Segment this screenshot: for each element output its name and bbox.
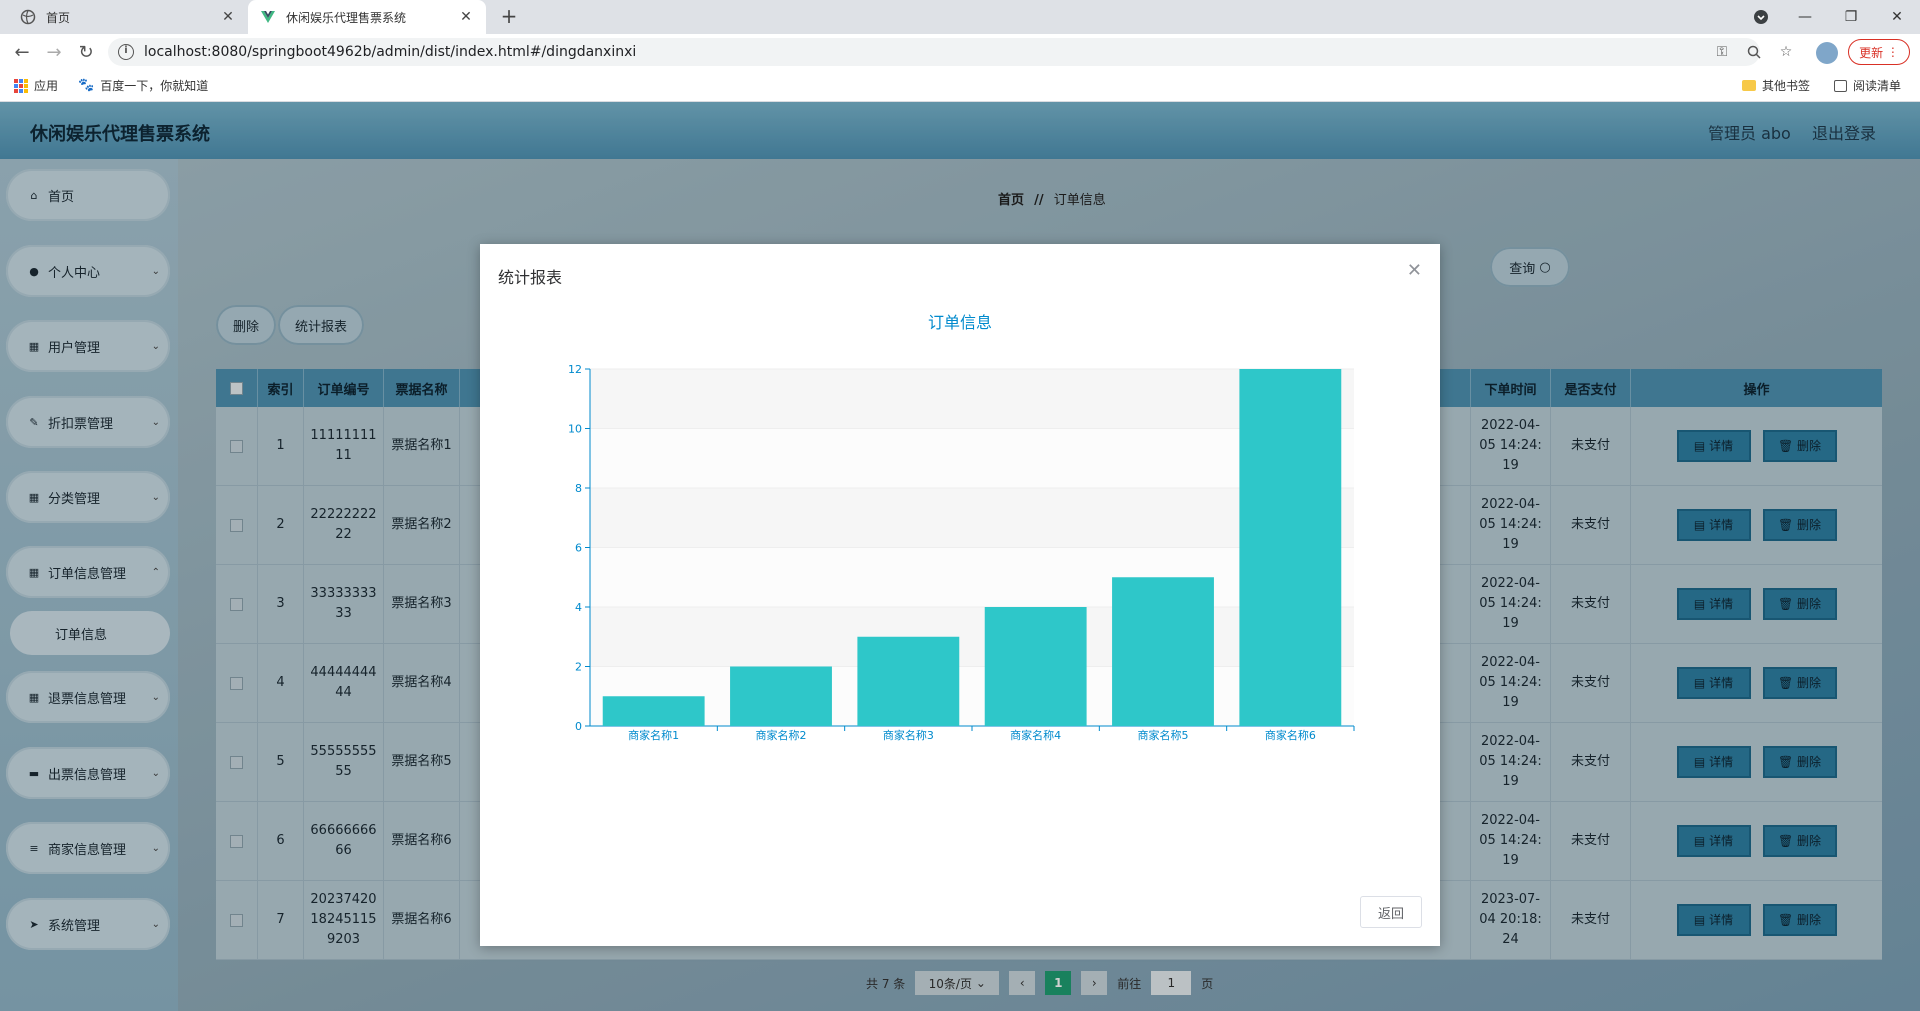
bookmark-baidu[interactable]: 🐾 百度一下，你就知道 (78, 77, 208, 94)
reload-icon[interactable]: ↻ (74, 40, 98, 64)
back-icon[interactable]: ← (10, 40, 34, 64)
close-icon[interactable]: ✕ (220, 9, 236, 25)
url-field[interactable]: i localhost:8080/springboot4962b/admin/d… (108, 38, 1760, 66)
y-tick-label: 2 (575, 661, 582, 674)
folder-icon (1742, 80, 1756, 91)
bar (602, 696, 705, 726)
browser-tab-active[interactable]: 休闲娱乐代理售票系统 ✕ (248, 0, 486, 34)
bookmark-label: 百度一下，你就知道 (100, 79, 209, 93)
x-tick-label: 商家名称4 (1010, 728, 1061, 742)
apps-icon (14, 78, 28, 93)
bookmark-label: 其他书签 (1762, 79, 1811, 93)
chart-title: 订单信息 (928, 313, 992, 332)
update-label: 更新 (1859, 45, 1884, 60)
bookmark-apps[interactable]: 应用 (14, 77, 58, 94)
zoom-icon[interactable] (1744, 42, 1764, 62)
x-tick-label: 商家名称1 (628, 728, 679, 742)
globe-icon (20, 9, 36, 25)
forward-icon[interactable]: → (42, 40, 66, 64)
star-icon[interactable]: ☆ (1776, 42, 1796, 62)
bookmarks-bar: 应用 🐾 百度一下，你就知道 其他书签 阅读清单 (0, 70, 1920, 102)
bar (730, 666, 832, 726)
info-icon[interactable]: i (118, 44, 134, 60)
bar (1112, 577, 1214, 726)
return-button[interactable]: 返回 (1360, 896, 1422, 928)
browser-tab-home[interactable]: 首页 ✕ (8, 0, 248, 34)
close-icon[interactable]: ✕ (1407, 260, 1422, 281)
bookmark-other[interactable]: 其他书签 (1742, 77, 1810, 94)
address-bar-row: ← → ↻ i localhost:8080/springboot4962b/a… (0, 34, 1920, 70)
bookmark-label: 应用 (34, 79, 59, 93)
y-tick-label: 6 (575, 542, 582, 555)
url-text: localhost:8080/springboot4962b/admin/dis… (144, 44, 637, 60)
x-tick-label: 商家名称6 (1265, 728, 1316, 742)
x-tick-label: 商家名称5 (1138, 728, 1189, 742)
bar (857, 636, 960, 726)
dialog-title: 统计报表 (498, 268, 563, 287)
x-tick-label: 商家名称3 (883, 728, 934, 742)
update-button[interactable]: 更新 ⋮ (1848, 39, 1910, 65)
vue-logo-icon (260, 9, 276, 25)
bar (984, 607, 1087, 726)
new-tab-button[interactable]: + (498, 6, 520, 28)
bookmark-reading-list[interactable]: 阅读清单 (1834, 77, 1901, 94)
y-tick-label: 4 (575, 601, 582, 614)
restore-icon[interactable]: ❐ (1828, 0, 1874, 34)
bar (1239, 369, 1342, 726)
tab-title: 首页 (46, 10, 71, 25)
y-tick-label: 10 (568, 423, 582, 436)
bar-chart: 订单信息 0 2 4 6 8 10 12 商家名称1 商家名称2 商家名称3 商家名称4 商家名称5 商家… (568, 313, 1355, 742)
tab-search-icon[interactable] (1738, 0, 1784, 34)
y-tick-label: 12 (568, 363, 582, 376)
close-icon[interactable]: ✕ (458, 9, 474, 25)
reading-list-icon (1834, 79, 1847, 92)
x-tick-label: 商家名称2 (756, 728, 807, 742)
window-close-icon[interactable]: ✕ (1874, 0, 1920, 34)
y-tick-label: 0 (575, 720, 582, 733)
browser-tab-strip: 首页 ✕ 休闲娱乐代理售票系统 ✕ + — ❐ ✕ (0, 0, 1920, 34)
bookmark-label: 阅读清单 (1853, 79, 1902, 93)
profile-avatar[interactable] (1816, 42, 1838, 64)
y-tick-label: 8 (575, 482, 582, 495)
tab-title: 休闲娱乐代理售票系统 (286, 10, 407, 25)
key-icon[interactable]: ⚿ (1712, 42, 1732, 62)
statistics-dialog: 统计报表 ✕ 订单信息 0 2 4 6 8 10 12 商家名称1 商家名称2 商家名称3 商家名称4… (480, 244, 1440, 946)
baidu-paw-icon: 🐾 (78, 78, 95, 93)
minimize-icon[interactable]: — (1782, 0, 1828, 34)
